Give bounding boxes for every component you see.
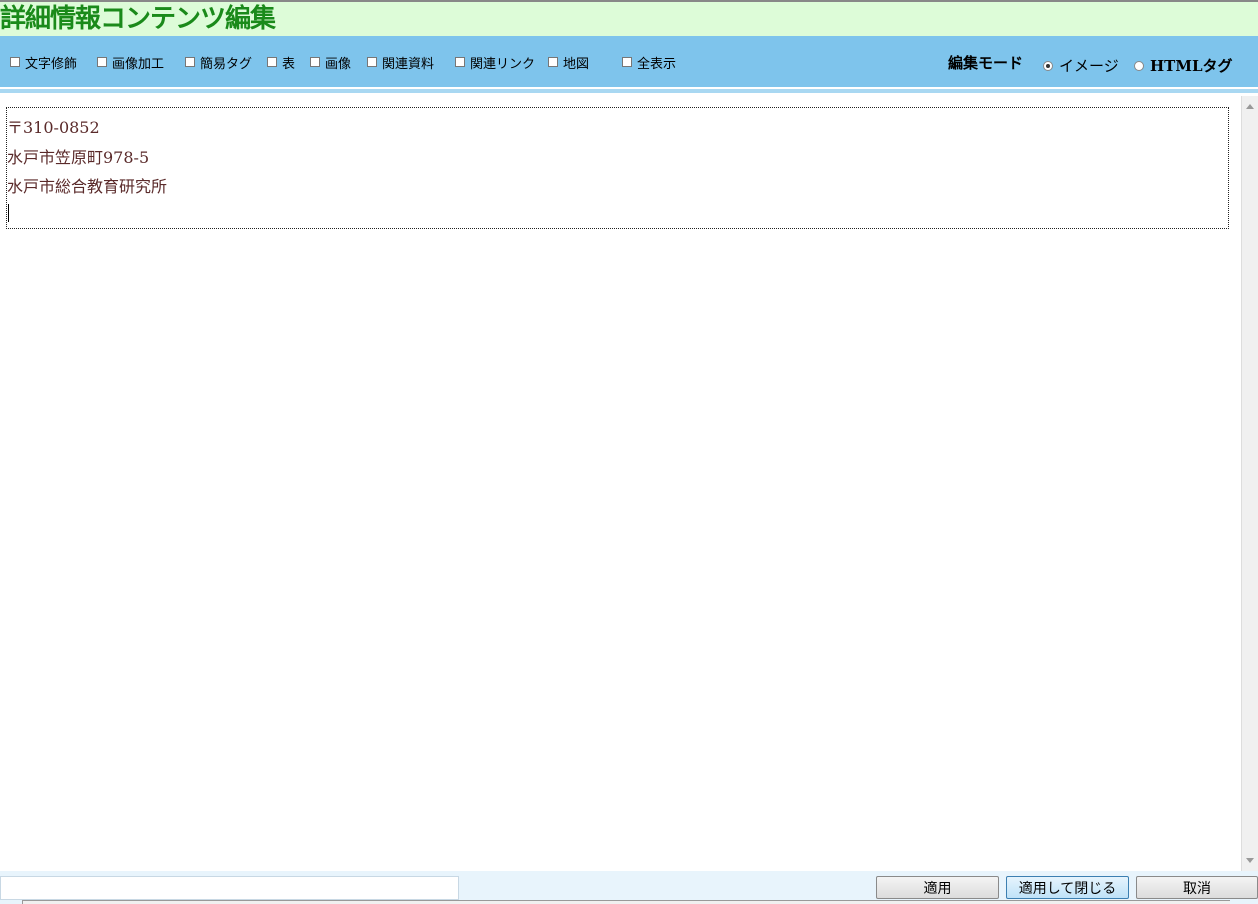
radio-icon[interactable] xyxy=(1134,60,1144,71)
text-caret xyxy=(8,204,9,222)
toolbar-item-map[interactable]: 地図 xyxy=(548,54,590,72)
toolbar-item-related-links[interactable]: 関連リンク xyxy=(455,54,536,72)
checkbox[interactable] xyxy=(185,57,195,67)
checkbox[interactable] xyxy=(548,57,558,67)
toolbar-item-label: 関連リンク xyxy=(470,56,536,72)
toolbar-item-label: 関連資料 xyxy=(382,56,435,72)
cancel-button[interactable]: 取消 xyxy=(1136,876,1258,899)
checkbox[interactable] xyxy=(97,57,107,67)
footer-input[interactable] xyxy=(0,876,459,900)
checkbox[interactable] xyxy=(310,57,320,67)
toolbar-item-label: 画像 xyxy=(325,56,352,72)
toolbar-item-label: 地図 xyxy=(563,56,590,72)
apply-button[interactable]: 適用 xyxy=(876,876,999,899)
title-bar: 詳細情報コンテンツ編集 xyxy=(0,0,1258,36)
page-title: 詳細情報コンテンツ編集 xyxy=(0,4,276,34)
editor-line: 水戸市総合教育研究所 xyxy=(7,177,168,196)
checkbox[interactable] xyxy=(267,57,277,67)
radio-selected-icon[interactable] xyxy=(1043,60,1053,71)
toolbar-item-image[interactable]: 画像 xyxy=(310,54,352,72)
toolbar-item-show-all[interactable]: 全表示 xyxy=(622,54,677,72)
editor-line: 〒310-0852 xyxy=(7,118,100,137)
content-editor[interactable]: 〒310-0852 水戸市笠原町978-5 水戸市総合教育研究所 xyxy=(6,107,1229,229)
scroll-up-icon[interactable] xyxy=(1246,104,1254,109)
checkbox[interactable] xyxy=(367,57,377,67)
scroll-down-icon[interactable] xyxy=(1246,858,1254,863)
checkbox[interactable] xyxy=(10,57,20,67)
toolbar-item-label: 画像加工 xyxy=(112,56,165,72)
toolbar-item-simple-tag[interactable]: 簡易タグ xyxy=(185,54,253,72)
radio-label: HTMLタグ xyxy=(1150,57,1233,75)
toolbar-item-label: 文字修飾 xyxy=(25,56,78,72)
mode-image-radio[interactable]: イメージ xyxy=(1043,55,1119,76)
status-strip xyxy=(22,900,1230,904)
radio-label: イメージ xyxy=(1059,57,1119,75)
toolbar-item-table[interactable]: 表 xyxy=(267,54,296,72)
toolbar-divider-shade xyxy=(0,89,1258,93)
vertical-scrollbar[interactable] xyxy=(1241,96,1258,871)
editor-line: 水戸市笠原町978-5 xyxy=(7,148,150,167)
checkbox[interactable] xyxy=(622,57,632,67)
toolbar-item-text-decoration[interactable]: 文字修飾 xyxy=(10,54,78,72)
toolbar-item-image-processing[interactable]: 画像加工 xyxy=(97,54,165,72)
toolbar-item-label: 簡易タグ xyxy=(200,56,253,72)
toolbar-item-label: 全表示 xyxy=(637,56,677,72)
apply-close-button[interactable]: 適用して閉じる xyxy=(1006,876,1129,899)
toolbar-item-label: 表 xyxy=(282,56,296,72)
mode-html-radio[interactable]: HTMLタグ xyxy=(1134,55,1233,76)
checkbox[interactable] xyxy=(455,57,465,67)
edit-mode-label: 編集モード xyxy=(948,54,1024,72)
toolbar-item-related-docs[interactable]: 関連資料 xyxy=(367,54,435,72)
